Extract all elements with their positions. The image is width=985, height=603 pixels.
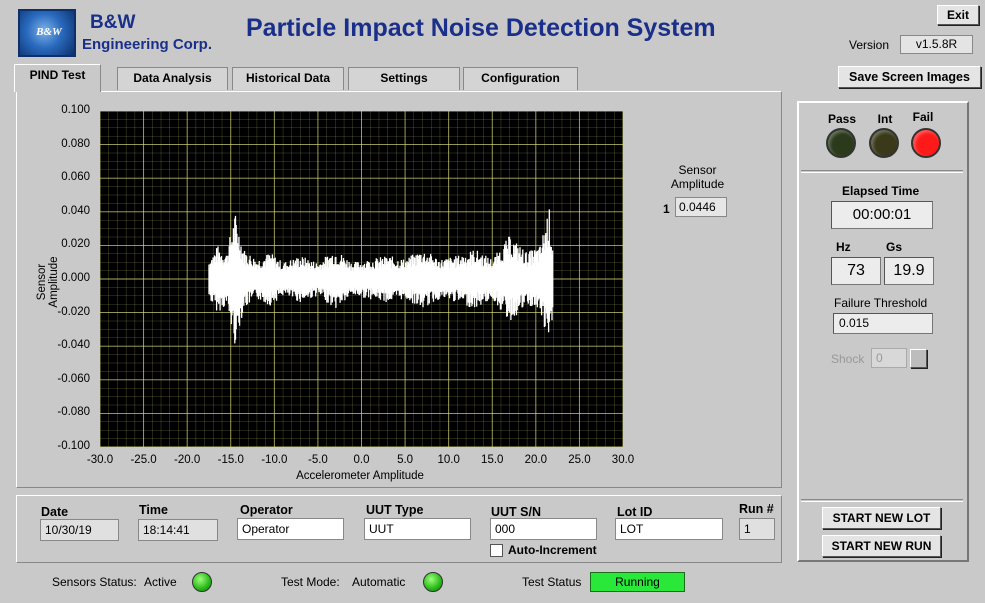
x-tick-label: -15.0 (217, 454, 244, 466)
y-tick-label: 0.100 (61, 104, 90, 116)
tab-settings[interactable]: Settings (348, 67, 460, 90)
gs-value: 19.9 (884, 257, 934, 285)
x-tick-label: 25.0 (568, 454, 591, 466)
test-status-label: Test Status (522, 575, 582, 589)
waveform-plot (99, 110, 624, 448)
sensors-status-value: Active (144, 575, 177, 589)
sensor-amplitude-title: Sensor Amplitude (660, 163, 735, 191)
failure-threshold-label: Failure Threshold (834, 296, 928, 310)
uut-sn-input[interactable]: 000 (490, 518, 597, 540)
sensor-amplitude-title-line2: Amplitude (670, 177, 725, 191)
hz-label: Hz (836, 240, 851, 254)
tab-data-analysis[interactable]: Data Analysis (117, 67, 228, 90)
x-tick-label: 10.0 (437, 454, 460, 466)
sensor-amplitude-title-line1: Sensor (678, 163, 717, 177)
run-number-value: 1 (739, 518, 775, 540)
y-tick-label: 0.060 (61, 171, 90, 184)
sensors-status-led (192, 572, 212, 592)
tab-configuration[interactable]: Configuration (463, 67, 578, 90)
shock-toggle-button[interactable] (910, 349, 927, 368)
shock-label: Shock (831, 352, 865, 366)
x-tick-label: 15.0 (481, 454, 504, 466)
start-new-lot-button[interactable]: START NEW LOT (822, 507, 941, 529)
start-new-run-button[interactable]: START NEW RUN (822, 535, 941, 557)
y-tick-label: -0.100 (57, 440, 90, 452)
waveform-svg (99, 110, 624, 448)
sensor-waveform (208, 209, 554, 344)
shock-value: 0 (871, 348, 907, 368)
gs-label: Gs (886, 240, 903, 254)
date-label: Date (41, 505, 69, 519)
hz-value: 73 (831, 257, 881, 285)
tab-historical-data[interactable]: Historical Data (232, 67, 344, 90)
elapsed-time-label: Elapsed Time (842, 184, 920, 198)
test-status-value: Running (590, 572, 685, 592)
pass-indicator-led (826, 128, 856, 158)
operator-input[interactable]: Operator (237, 518, 344, 540)
uut-type-label: UUT Type (366, 503, 424, 517)
uut-sn-label: UUT S/N (491, 505, 541, 519)
logo-text: B&W (36, 26, 62, 38)
date-value: 10/30/19 (40, 519, 119, 541)
time-value: 18:14:41 (138, 519, 218, 541)
separator (801, 170, 963, 173)
version-value: v1.5.8R (900, 35, 973, 54)
auto-increment-checkbox[interactable] (490, 544, 503, 557)
y-axis-label: Sensor Amplitude (36, 256, 60, 308)
x-tick-label: 20.0 (524, 454, 548, 466)
fail-indicator-led (911, 128, 941, 158)
auto-increment-label: Auto-Increment (508, 543, 597, 557)
uut-type-input[interactable]: UUT (364, 518, 471, 540)
version-label: Version (849, 38, 890, 52)
app-title: Particle Impact Noise Detection System (246, 14, 716, 42)
test-mode-led (423, 572, 443, 592)
save-screen-images-button[interactable]: Save Screen Images (838, 66, 981, 88)
x-tick-label: -25.0 (130, 454, 157, 466)
pass-label: Pass (827, 112, 857, 126)
x-tick-label: -20.0 (174, 454, 201, 466)
lot-id-input[interactable]: LOT (615, 518, 723, 540)
sensor-amplitude-value: 0.0446 (675, 197, 727, 217)
test-mode-label: Test Mode: (281, 575, 340, 589)
run-number-label: Run # (739, 502, 774, 516)
fail-label: Fail (912, 110, 934, 124)
y-tick-label: -0.040 (57, 339, 90, 352)
y-tick-label: 0.080 (61, 137, 90, 150)
test-mode-value: Automatic (352, 575, 406, 589)
x-axis-label: Accelerometer Amplitude (296, 470, 424, 482)
x-tick-label: 0.0 (353, 454, 370, 466)
company-name: B&W (90, 12, 136, 33)
tab-pind-test[interactable]: PIND Test (14, 64, 101, 92)
elapsed-time-value: 00:00:01 (831, 201, 933, 229)
y-tick-label: -0.060 (57, 372, 90, 385)
y-tick-label: 0.040 (61, 204, 90, 217)
company-logo: B&W (18, 9, 76, 57)
x-tick-label: -5.0 (307, 454, 328, 466)
exit-button[interactable]: Exit (937, 5, 979, 25)
separator (801, 499, 963, 502)
company-subtitle: Engineering Corp. (82, 36, 213, 53)
lot-id-label: Lot ID (617, 505, 653, 519)
sensors-status-label: Sensors Status: (52, 575, 137, 589)
operator-label: Operator (240, 503, 293, 517)
int-indicator-led (869, 128, 899, 158)
x-tick-label: -10.0 (261, 454, 288, 466)
x-tick-label: -30.0 (86, 454, 114, 466)
x-tick-label: 5.0 (397, 454, 414, 466)
failure-threshold-input[interactable]: 0.015 (833, 313, 933, 334)
time-label: Time (139, 503, 168, 517)
int-label: Int (877, 112, 893, 126)
sensor-index: 1 (663, 202, 670, 216)
y-tick-label: -0.080 (57, 406, 90, 419)
x-tick-label: 30.0 (611, 454, 635, 466)
